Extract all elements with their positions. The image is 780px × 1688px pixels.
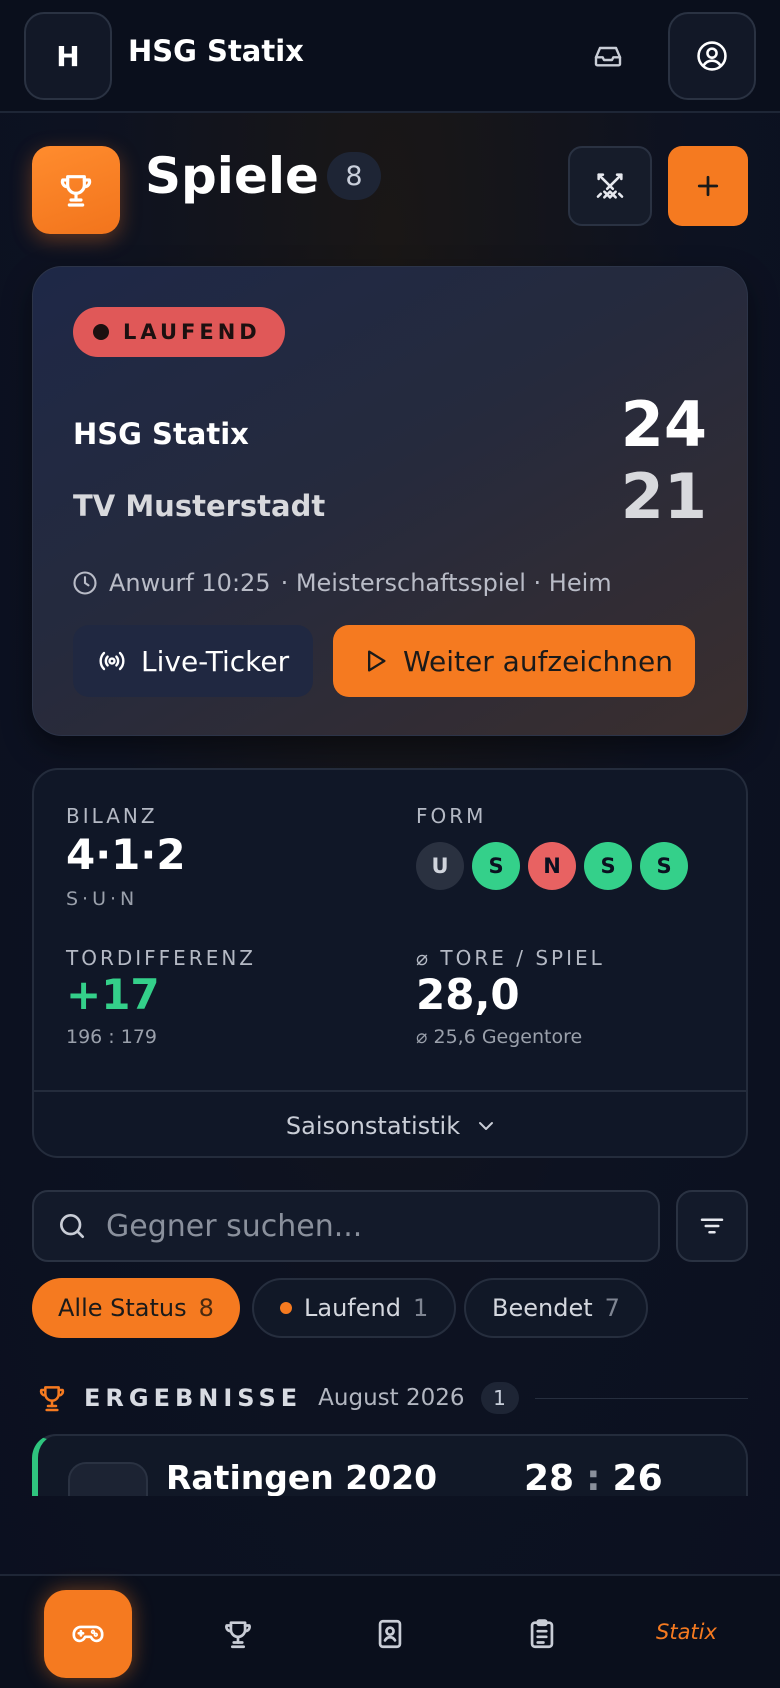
result-score-away: 26: [612, 1458, 663, 1496]
add-game-button[interactable]: [668, 146, 748, 226]
games-count-badge: 8: [327, 152, 381, 200]
club-logo[interactable]: H: [24, 12, 112, 100]
results-list: 4 Ratingen 2020 28 : 26: [32, 1434, 748, 1496]
nav-league[interactable]: [194, 1590, 282, 1678]
trophy-icon: [39, 1386, 65, 1412]
matchday-number: 4: [68, 1462, 148, 1496]
trophy-icon: [225, 1621, 251, 1649]
form-chip: N: [528, 842, 576, 890]
result-score: 28 : 26: [524, 1458, 663, 1496]
section-title: ERGEBNISSE: [84, 1384, 303, 1412]
match-mode-button[interactable]: [568, 146, 652, 226]
crossed-swords-icon: [596, 173, 624, 199]
filter-chip-live[interactable]: Laufend 1: [252, 1278, 457, 1338]
broadcast-icon: [99, 651, 125, 671]
score-separator: :: [586, 1458, 601, 1496]
continue-recording-button[interactable]: Weiter aufzeichnen: [333, 625, 695, 697]
result-card[interactable]: 4 Ratingen 2020 28 : 26: [32, 1434, 748, 1496]
clipboard-icon: [530, 1619, 554, 1649]
live-status-badge: LAUFEND: [73, 307, 285, 357]
account-button[interactable]: [668, 12, 756, 100]
form-chips: U S N S S: [416, 842, 688, 890]
games-trophy-tile: [32, 146, 120, 234]
goal-diff-label: TORDIFFERENZ: [66, 946, 256, 970]
season-stats-card: BILANZ 4·1·2 S·U·N FORM U S N S S TORDIF…: [32, 768, 748, 1158]
nav-clipboard[interactable]: [498, 1590, 586, 1678]
form-chip: S: [640, 842, 688, 890]
filter-chip-label: Alle Status: [58, 1294, 187, 1322]
away-team-name: TV Musterstadt: [73, 489, 326, 523]
inbox-button[interactable]: [588, 36, 628, 76]
home-team-name: HSG Statix: [73, 417, 249, 451]
goal-diff-value: +17: [66, 970, 160, 1019]
game-meta: · Meisterschaftsspiel · Heim: [280, 569, 612, 597]
user-circle-icon: [697, 41, 727, 71]
live-status-label: LAUFEND: [123, 320, 261, 344]
filter-chip-all[interactable]: Alle Status 8: [32, 1278, 240, 1338]
filter-chip-label: Beendet: [492, 1294, 593, 1322]
bottom-navigation: Statix: [0, 1574, 780, 1688]
goals-ratio: 196 : 179: [66, 1026, 158, 1048]
opponent-search[interactable]: [32, 1190, 660, 1262]
record-legend: S·U·N: [66, 888, 139, 910]
results-section-header: ERGEBNISSE August 2026 1: [36, 1382, 748, 1414]
goals-per-game-value: 28,0: [416, 970, 520, 1019]
goals-per-game-label: ⌀ TORE / SPIEL: [416, 946, 605, 970]
play-icon: [368, 650, 386, 672]
nav-contacts[interactable]: [346, 1590, 434, 1678]
contact-book-icon: [378, 1619, 402, 1649]
nav-brand-logo[interactable]: Statix: [656, 1620, 717, 1644]
games-screen: H HSG Statix Spiele 8 LAUFEND HSG Statix…: [0, 0, 780, 1688]
inbox-icon: [594, 46, 622, 67]
game-meta-row: Anwurf 10:25 · Meisterschaftsspiel · Hei…: [71, 569, 612, 597]
live-game-card[interactable]: LAUFEND HSG Statix 24 TV Musterstadt 21 …: [32, 266, 748, 736]
result-score-home: 28: [524, 1458, 575, 1496]
section-divider: [534, 1397, 748, 1399]
section-count-badge: 1: [480, 1382, 519, 1414]
filter-chip-count: 1: [412, 1294, 429, 1322]
chevron-down-icon: [479, 1122, 494, 1130]
live-dot-icon: [280, 1302, 292, 1314]
away-score: 21: [620, 460, 707, 533]
trophy-icon: [60, 175, 92, 207]
clock-icon: [73, 571, 97, 595]
section-month: August 2026: [318, 1385, 465, 1411]
filter-lines-icon: [700, 1218, 724, 1234]
goals-against-avg: ⌀ 25,6 Gegentore: [416, 1026, 583, 1048]
continue-recording-label: Weiter aufzeichnen: [403, 644, 673, 678]
result-opponent: Ratingen 2020: [166, 1458, 438, 1496]
search-icon: [60, 1214, 84, 1238]
season-stats-label: Saisonstatistik: [285, 1112, 461, 1140]
filter-chip-finished[interactable]: Beendet 7: [464, 1278, 648, 1338]
filter-chip-count: 7: [604, 1294, 620, 1322]
live-ticker-label: Live-Ticker: [141, 644, 290, 678]
filter-chip-label: Laufend: [304, 1294, 401, 1322]
app-title: HSG Statix: [128, 34, 304, 68]
top-bar: H HSG Statix: [0, 0, 780, 113]
club-logo-letter: H: [56, 39, 80, 73]
season-stats-toggle[interactable]: Saisonstatistik: [34, 1090, 746, 1156]
search-input[interactable]: [106, 1208, 606, 1244]
page-title: Spiele: [145, 147, 319, 205]
live-ticker-button[interactable]: Live-Ticker: [73, 625, 313, 697]
kickoff-time: Anwurf 10:25: [109, 569, 271, 597]
filter-chip-count: 8: [198, 1294, 214, 1322]
form-chip: U: [416, 842, 464, 890]
form-label: FORM: [416, 804, 487, 828]
record-value: 4·1·2: [66, 830, 186, 879]
live-dot-icon: [93, 324, 109, 340]
gamepad-icon: [72, 1625, 104, 1643]
plus-icon: [697, 175, 719, 197]
filter-button[interactable]: [676, 1190, 748, 1262]
form-chip: S: [472, 842, 520, 890]
record-label: BILANZ: [66, 804, 158, 828]
form-chip: S: [584, 842, 632, 890]
nav-games[interactable]: [44, 1590, 132, 1678]
home-score: 24: [620, 388, 707, 461]
